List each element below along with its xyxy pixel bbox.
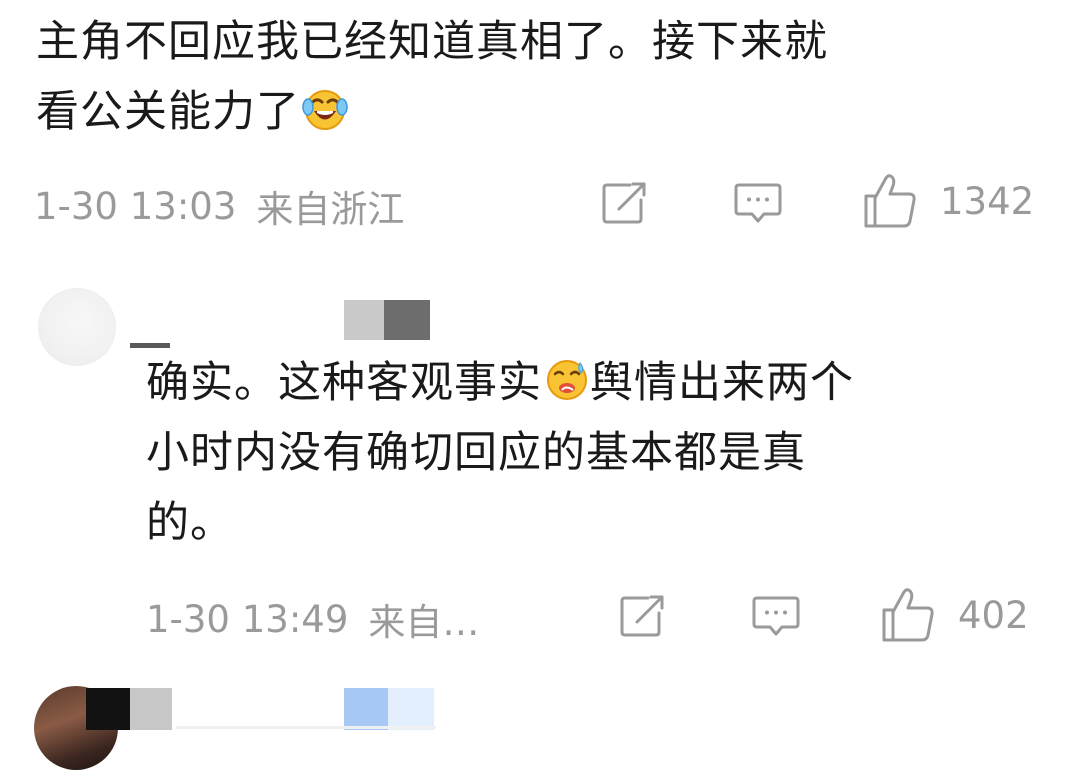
comment-1-like-count: 1342: [940, 179, 1035, 223]
comment-2-reply-button[interactable]: [751, 593, 801, 639]
comment-bubble-icon: [733, 180, 783, 226]
comment-1-like-button[interactable]: 1342: [862, 172, 1034, 230]
share-icon: [618, 593, 668, 639]
thinking-sweat-emoji-icon: [544, 354, 590, 400]
comment-2-time: 1-30 13:49: [146, 597, 349, 641]
comment-2-line-1: 确实。这种客观事实 舆情出来两个: [146, 348, 1006, 418]
comment-1-line-2-text: 看公关能力了: [36, 87, 300, 137]
avatar[interactable]: [38, 288, 116, 366]
comment-2-line-1-rest: 舆情出来两个: [590, 358, 854, 408]
comment-1-share-button[interactable]: [600, 180, 650, 226]
comment-2-line-2: 小时内没有确切回应的基本都是真: [146, 428, 806, 478]
username-redacted-tail: [344, 688, 434, 730]
comment-1-text: 主角不回应我已经知道真相了。接下来就 看公关能力了: [36, 7, 1026, 147]
comment-bubble-icon: [751, 593, 801, 639]
comment-2-line-3: 的。: [146, 498, 234, 548]
comment-1-time: 1-30 13:03: [34, 184, 237, 228]
comment-1-line-1: 主角不回应我已经知道真相了。接下来就: [36, 17, 828, 67]
thumbs-up-icon: [880, 586, 936, 644]
share-icon: [600, 180, 650, 226]
comment-2-text: 确实。这种客观事实 舆情出来两个 小时内没有确切回应的基本都是真 的。: [146, 348, 1006, 558]
comment-2-location: 来自…: [368, 601, 480, 644]
crying-laughing-emoji-icon: [302, 83, 348, 130]
comment-1-location: 来自浙江: [256, 188, 405, 231]
username-redacted[interactable]: [86, 688, 172, 730]
comment-1-meta: 1-30 13:03 来自浙江: [34, 178, 404, 234]
username-underline: [176, 726, 436, 729]
comment-2-line-1-text: 确实。这种客观事实: [146, 358, 542, 408]
comment-2-like-button[interactable]: 402: [880, 586, 1029, 644]
comment-2-share-button[interactable]: [618, 593, 668, 639]
username-redacted[interactable]: [344, 300, 430, 340]
comment-1-reply-button[interactable]: [733, 180, 783, 226]
thumbs-up-icon: [862, 172, 918, 230]
comment-2-like-count: 402: [958, 593, 1029, 637]
comment-1-line-2: 看公关能力了: [36, 77, 1026, 147]
comment-2-meta: 1-30 13:49 来自…: [146, 591, 479, 647]
